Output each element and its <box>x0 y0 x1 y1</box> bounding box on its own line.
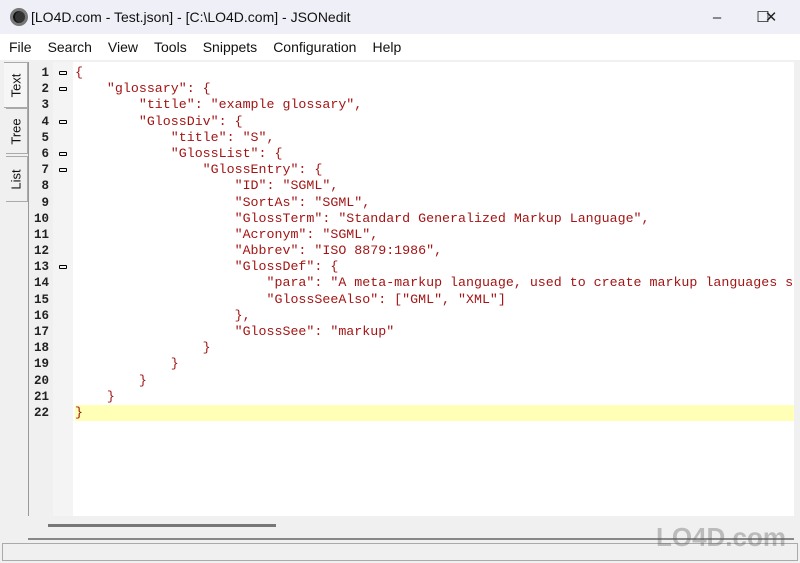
tab-list-label: List <box>8 168 24 190</box>
code-editor[interactable]: 1{2 "glossary": {3 "title": "example glo… <box>28 62 794 516</box>
menu-view[interactable]: View <box>108 39 138 55</box>
code-text: "Acronym": "SGML", <box>75 226 379 242</box>
code-line: 13 "GlossDef": { <box>34 259 794 275</box>
menu-search[interactable]: Search <box>48 39 92 55</box>
line-number: 12 <box>33 244 49 259</box>
line-number: 15 <box>33 292 49 307</box>
line-number: 13 <box>33 260 49 275</box>
code-line: 21 } <box>34 388 794 405</box>
menu-bar: File Search View Tools Snippets Configur… <box>0 34 800 60</box>
code-line: 20 } <box>34 372 794 389</box>
tab-list[interactable]: List <box>6 156 28 202</box>
code-line: 18 } <box>34 340 794 356</box>
code-text: } <box>75 388 115 404</box>
code-line: 6 "GlossList": { <box>41 145 794 162</box>
code-text: "title": "example glossary", <box>75 97 363 113</box>
code-line: 15 "GlossSeeAlso": ["GML", "XML"] <box>34 291 794 308</box>
fold-toggle-icon[interactable] <box>59 151 67 156</box>
code-text: "para": "A meta-markup language, used to… <box>75 275 794 291</box>
line-number: 11 <box>33 227 49 242</box>
line-number: 14 <box>33 276 49 291</box>
code-text: } <box>75 372 147 388</box>
fold-toggle-icon[interactable] <box>59 119 67 124</box>
code-text: } <box>75 356 179 372</box>
code-area[interactable]: 1{2 "glossary": {3 "title": "example glo… <box>34 65 794 422</box>
line-number: 18 <box>33 341 49 356</box>
line-number: 1 <box>41 66 49 80</box>
code-text: "ID": "SGML", <box>75 178 339 194</box>
line-number: 9 <box>41 195 49 210</box>
code-line: 8 "ID": "SGML", <box>41 178 794 194</box>
code-line: 22} <box>34 404 794 422</box>
code-text: "GlossEntry": { <box>75 162 323 178</box>
line-number: 16 <box>33 308 49 323</box>
code-text: "GlossSeeAlso": ["GML", "XML"] <box>75 291 506 307</box>
fold-toggle-icon[interactable] <box>59 87 67 92</box>
line-number: 10 <box>33 211 49 226</box>
code-line: 4 "GlossDiv": { <box>41 113 794 130</box>
menu-file[interactable]: File <box>9 39 32 55</box>
line-number: 8 <box>41 179 49 194</box>
code-line: 5 "title": "S", <box>41 129 794 146</box>
tab-text[interactable]: Text <box>4 62 28 108</box>
code-text: }, <box>75 307 251 323</box>
code-line: 10 "GlossTerm": "Standard Generalized Ma… <box>34 210 794 227</box>
line-number: 3 <box>41 98 49 113</box>
code-text: "SortAs": "SGML", <box>75 194 371 210</box>
code-text: } <box>75 340 211 356</box>
fold-toggle-icon[interactable] <box>59 265 67 270</box>
menu-snippets[interactable]: Snippets <box>203 39 257 55</box>
title-bar: [LO4D.com - Test.json] - [C:\LO4D.com] -… <box>0 0 800 34</box>
scrollbar-thumb[interactable] <box>48 524 276 527</box>
fold-toggle-icon[interactable] <box>59 71 67 75</box>
fold-margin[interactable] <box>53 62 73 516</box>
code-line: 11 "Acronym": "SGML", <box>34 226 794 243</box>
watermark-logo: LO4D.com <box>655 522 786 552</box>
code-text: "glossary": { <box>75 81 211 97</box>
window-title: [LO4D.com - Test.json] - [C:\LO4D.com] -… <box>31 9 351 25</box>
view-tabs: Text Tree List <box>4 62 28 478</box>
menu-configuration[interactable]: Configuration <box>273 39 356 55</box>
code-text: "GlossTerm": "Standard Generalized Marku… <box>75 210 650 226</box>
line-number: 4 <box>41 114 49 129</box>
code-text: "GlossSee": "markup" <box>75 324 395 339</box>
close-button[interactable]: ✕ <box>748 0 794 34</box>
menu-help[interactable]: Help <box>372 39 401 55</box>
tab-tree[interactable]: Tree <box>6 108 28 154</box>
code-text: "GlossDiv": { <box>75 113 243 129</box>
code-text: { <box>75 65 83 80</box>
code-text: "title": "S", <box>75 129 275 145</box>
line-number: 20 <box>33 373 49 388</box>
line-number: 2 <box>41 82 49 97</box>
code-line: 9 "SortAs": "SGML", <box>41 194 794 211</box>
code-line: 17 "GlossSee": "markup" <box>34 324 794 340</box>
tab-tree-label: Tree <box>9 117 24 145</box>
code-line: 7 "GlossEntry": { <box>41 162 794 178</box>
code-line: 1{ <box>41 65 794 81</box>
code-text: "GlossList": { <box>75 145 283 161</box>
line-number: 5 <box>41 130 49 145</box>
code-text: "GlossDef": { <box>75 259 339 275</box>
fold-toggle-icon[interactable] <box>59 168 67 173</box>
code-line: 2 "glossary": { <box>41 81 794 97</box>
code-text: "Abbrev": "ISO 8879:1986", <box>75 243 443 259</box>
line-number: 22 <box>33 405 49 420</box>
line-number: 6 <box>41 146 49 161</box>
code-line: 3 "title": "example glossary", <box>41 97 794 113</box>
line-number: 19 <box>33 357 49 372</box>
code-line: 12 "Abbrev": "ISO 8879:1986", <box>34 243 794 259</box>
code-line: 16 }, <box>34 307 794 324</box>
app-icon <box>10 8 28 26</box>
menu-tools[interactable]: Tools <box>154 39 187 55</box>
line-number: 21 <box>33 389 49 404</box>
code-line: 19 } <box>34 356 794 372</box>
code-line: 14 "para": "A meta-markup language, used… <box>34 275 794 291</box>
code-text: } <box>75 404 83 420</box>
minimize-button[interactable]: – <box>694 0 740 34</box>
tab-text-label: Text <box>8 73 23 97</box>
line-number: 17 <box>33 325 49 339</box>
line-number: 7 <box>41 163 49 178</box>
